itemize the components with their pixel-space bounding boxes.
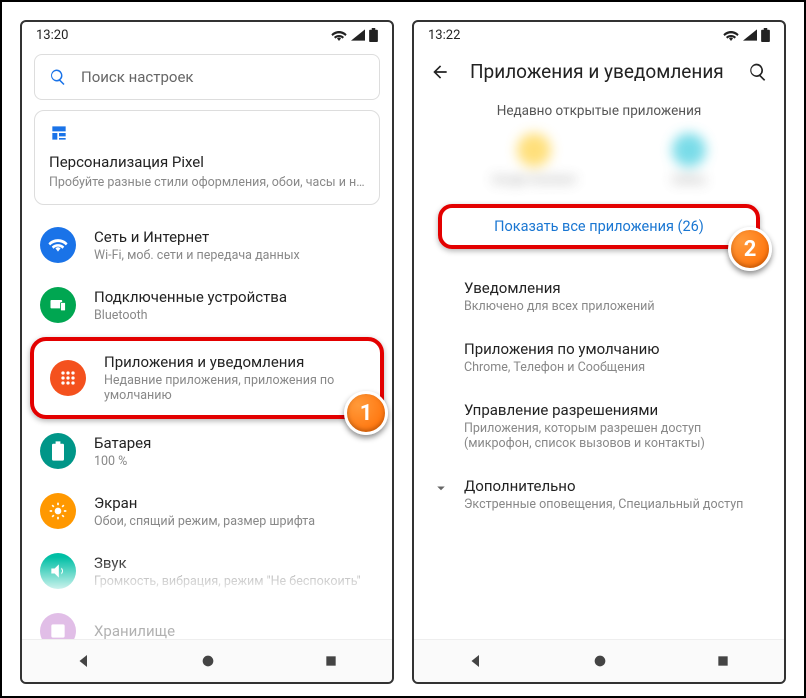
item-battery[interactable]: Батарея 100 % [22,421,392,481]
screen-header: Приложения и уведомления [414,48,784,93]
item-apps-notifications[interactable]: Приложения и уведомления Недавние прилож… [44,349,370,407]
promo-title: Персонализация Pixel [49,153,365,171]
search-settings[interactable]: Поиск настроек [34,54,380,100]
clock: 13:20 [36,28,68,43]
app-icon [672,133,706,167]
highlight-apps: Приложения и уведомления Недавние прилож… [30,337,384,419]
search-icon [49,68,67,86]
item-connected-devices[interactable]: Подключенные устройства Bluetooth [22,275,392,335]
search-icon[interactable] [748,62,768,82]
android-nav-bar [414,639,784,682]
nav-back-icon[interactable] [467,652,485,670]
settings-rows: Уведомления Включено для всех приложений… [414,267,784,526]
search-placeholder: Поиск настроек [81,68,194,86]
item-sound[interactable]: Звук Громкость, вибрация, режим "Не бесп… [22,541,392,601]
battery-circle-icon [40,433,76,469]
android-nav-bar [22,639,392,682]
item-display[interactable]: Экран Обои, спящий режим, размер шрифта [22,481,392,541]
row-advanced[interactable]: Дополнительно Экстренные оповещения, Спе… [414,465,784,526]
pixel-promo-card[interactable]: Персонализация Pixel Пробуйте разные сти… [34,110,380,205]
wifi-icon [723,29,739,41]
phone-settings-main: 13:20 Поиск настроек Персонализация Pixe… [20,20,394,684]
recent-app[interactable]: Google Assistant [492,133,576,186]
row-permissions[interactable]: Управление разрешениями Приложения, кото… [414,389,784,465]
status-bar: 13:20 [22,22,392,48]
status-icons [723,28,770,42]
row-notifications[interactable]: Уведомления Включено для всех приложений [414,267,784,328]
item-storage[interactable]: Хранилище [22,601,392,639]
highlight-show-all: Показать все приложения (26) 2 [438,204,760,249]
nav-recent-icon[interactable] [323,653,339,669]
step-badge-2: 2 [728,227,772,271]
nav-home-icon[interactable] [200,653,216,669]
status-icons [331,28,378,42]
battery-icon [761,28,770,42]
brush-icon [49,123,69,143]
phone-apps-notifications: 13:22 Приложения и уведомления Недавно о… [412,20,786,684]
wifi-circle-icon [40,227,76,263]
storage-icon [40,613,76,639]
show-all-apps-button[interactable]: Показать все приложения (26) [438,204,760,249]
item-network[interactable]: Сеть и Интернет Wi-Fi, моб. сети и перед… [22,215,392,275]
devices-icon [40,287,76,323]
settings-list: Сеть и Интернет Wi-Fi, моб. сети и перед… [22,215,392,639]
recent-app[interactable]: Gallery [672,133,706,186]
app-icon [517,133,551,167]
wifi-icon [331,29,347,41]
nav-home-icon[interactable] [592,653,608,669]
brightness-icon [40,493,76,529]
recent-apps-title: Недавно открытые приложения [414,93,784,133]
signal-icon [743,29,757,41]
signal-icon [351,29,365,41]
apps-grid-icon [50,360,86,396]
header-title: Приложения и уведомления [470,60,728,83]
battery-icon [369,28,378,42]
promo-subtitle: Пробуйте разные стили оформления, обои, … [49,175,365,190]
chevron-down-icon [432,479,450,497]
volume-icon [40,553,76,589]
status-bar: 13:22 [414,22,784,48]
step-badge-1: 1 [344,391,388,435]
nav-back-icon[interactable] [75,652,93,670]
row-default-apps[interactable]: Приложения по умолчанию Chrome, Телефон … [414,328,784,389]
clock: 13:22 [428,28,460,43]
recent-apps-row: Google Assistant Gallery [414,133,784,198]
back-icon[interactable] [430,62,450,82]
nav-recent-icon[interactable] [715,653,731,669]
